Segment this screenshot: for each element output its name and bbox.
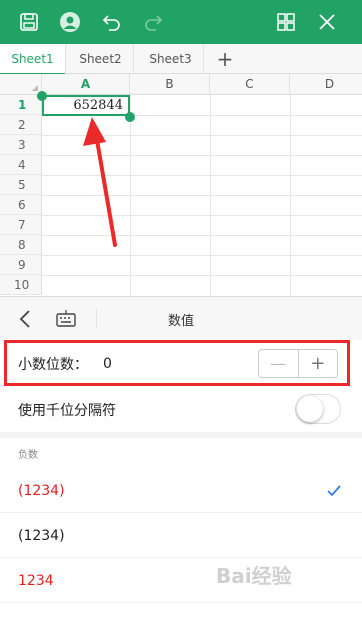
row-header-7[interactable]: 7 (0, 215, 42, 235)
thousands-separator-toggle[interactable] (295, 394, 341, 424)
tab-sheet2[interactable]: Sheet2 (68, 44, 134, 74)
toolbar (0, 0, 362, 44)
checkmark-icon (326, 483, 342, 502)
row-header-2[interactable]: 2 (0, 115, 42, 135)
spreadsheet-grid[interactable]: A B C D 1 2 3 4 5 6 7 8 9 10 652844 (0, 74, 362, 296)
row-header-1[interactable]: 1 (0, 95, 42, 115)
row-header-5[interactable]: 5 (0, 175, 42, 195)
cell-a1[interactable]: 652844 (42, 95, 130, 116)
negative-option-red-plain[interactable]: 1234 (0, 559, 362, 603)
row-gridline (42, 275, 362, 276)
thousands-separator-row: 使用千位分隔符 (0, 388, 362, 432)
row-gridline (42, 195, 362, 196)
thousands-separator-label: 使用千位分隔符 (18, 403, 116, 419)
column-header-a[interactable]: A (42, 74, 130, 95)
tab-sheet3[interactable]: Sheet3 (138, 44, 204, 74)
row-header-3[interactable]: 3 (0, 135, 42, 155)
column-header-b[interactable]: B (130, 74, 210, 95)
negative-option-label: (1234) (18, 483, 65, 499)
add-sheet-button[interactable]: + (210, 44, 240, 74)
apps-grid-icon[interactable] (274, 10, 298, 34)
selection-handle-top-left[interactable] (37, 91, 47, 101)
negative-option-black-parentheses[interactable]: (1234) (0, 514, 362, 558)
panel-title: 数值 (167, 313, 194, 329)
negative-option-label: (1234) (18, 528, 65, 544)
row-gridline (42, 215, 362, 216)
row-header-6[interactable]: 6 (0, 195, 42, 215)
toggle-knob (297, 396, 323, 422)
watermark-logo: Bai经验 (216, 564, 292, 588)
tab-sheet1[interactable]: Sheet1 (0, 44, 66, 75)
column-gridline (210, 95, 211, 296)
close-icon[interactable] (315, 10, 339, 34)
redo-icon[interactable] (141, 10, 165, 34)
row-header-9[interactable]: 9 (0, 255, 42, 275)
format-panel-header: 数值 (0, 296, 362, 340)
row-gridline (42, 135, 362, 136)
select-all-corner[interactable] (0, 74, 42, 95)
negative-number-section: 负数 (1234) (1234) 1234 (0, 438, 362, 621)
column-header-d[interactable]: D (290, 74, 362, 95)
column-gridline (290, 95, 291, 296)
row-gridline (42, 255, 362, 256)
negative-option-red-parentheses[interactable]: (1234) (0, 469, 362, 513)
selection-handle-bottom-right[interactable] (125, 112, 135, 122)
column-header-c[interactable]: C (210, 74, 290, 95)
negative-option-label: 1234 (18, 573, 54, 589)
row-header-4[interactable]: 4 (0, 155, 42, 175)
user-avatar-icon[interactable] (58, 10, 82, 34)
undo-icon[interactable] (100, 10, 124, 34)
negative-section-title: 负数 (18, 450, 38, 461)
save-icon[interactable] (17, 10, 41, 34)
row-gridline (42, 175, 362, 176)
row-header-10[interactable]: 10 (0, 275, 42, 295)
row-gridline (42, 235, 362, 236)
row-gridline (42, 155, 362, 156)
sheet-tabs: Sheet1 Sheet2 Sheet3 + (0, 44, 362, 75)
row-header-8[interactable]: 8 (0, 235, 42, 255)
column-gridline (130, 95, 131, 296)
highlight-annotation-box (4, 340, 350, 386)
